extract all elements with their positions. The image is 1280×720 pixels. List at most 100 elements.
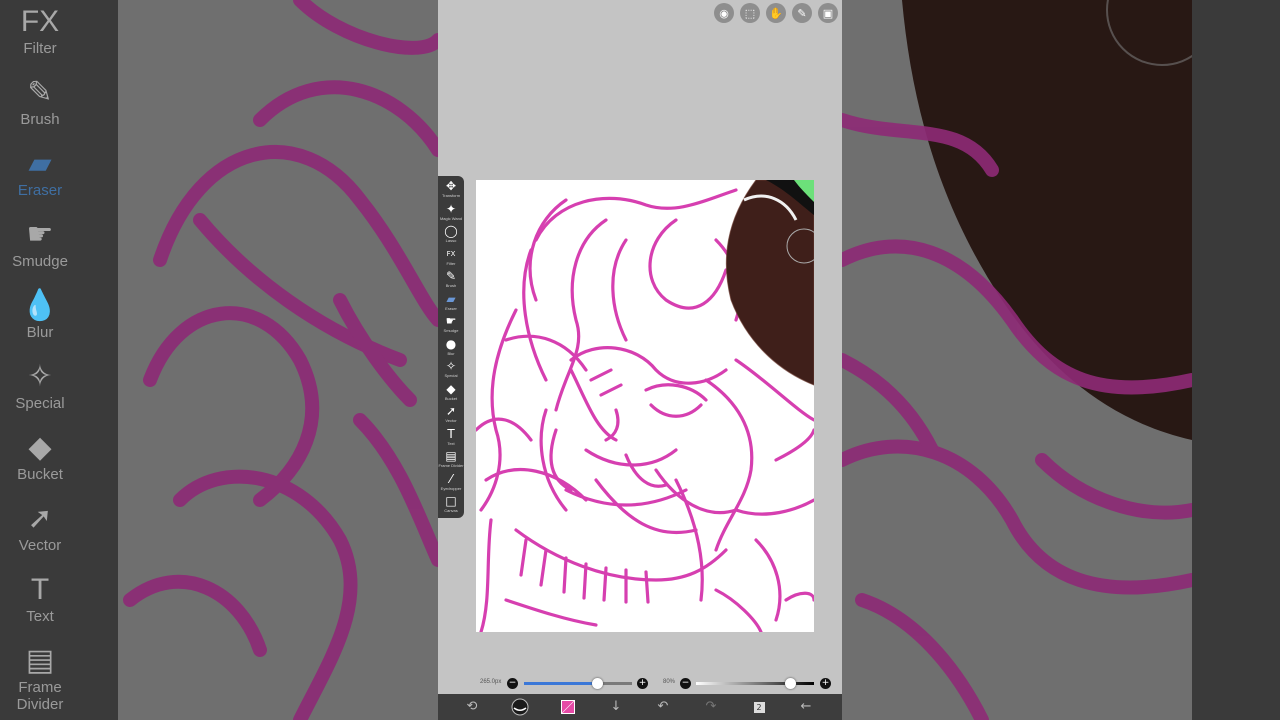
tool-label: Magic Wand bbox=[439, 215, 463, 221]
smudge-icon: ☛ bbox=[445, 314, 457, 328]
blur-icon: 💧 bbox=[21, 289, 59, 322]
tool-eraser[interactable]: ▰ Eraser bbox=[438, 292, 464, 314]
tool-text[interactable]: T Text bbox=[438, 427, 464, 449]
hand-icon[interactable]: ✋ bbox=[766, 3, 786, 23]
filter-icon: FX bbox=[446, 249, 456, 258]
frame-divider-icon: ▤ bbox=[445, 449, 457, 463]
frame-divider-icon: ▤ bbox=[25, 644, 55, 677]
bottom-toolbar: ⟲ ↓ ↶ ↷ 2 ← bbox=[438, 694, 842, 720]
tool-label: Bucket bbox=[444, 395, 458, 401]
brush-preview-icon[interactable] bbox=[510, 698, 530, 716]
right-dim-edge bbox=[1192, 0, 1280, 720]
ghost-tool-smudge: ☛ Smudge bbox=[0, 217, 80, 270]
size-plus-button[interactable]: + bbox=[637, 678, 648, 689]
ghost-tool-label: Blur bbox=[26, 324, 54, 341]
text-icon: T bbox=[447, 426, 455, 441]
tool-label: Frame Divider bbox=[438, 463, 464, 468]
tool-filter[interactable]: FX Filter bbox=[438, 247, 464, 269]
opacity-value: 80% bbox=[663, 679, 676, 685]
ghost-tool-label: Filter bbox=[23, 40, 57, 57]
lasso-icon: ◯ bbox=[444, 224, 458, 238]
right-backdrop bbox=[842, 0, 1280, 720]
special-icon: ✧ bbox=[27, 360, 53, 393]
selection-icon[interactable]: ⬚ bbox=[740, 3, 760, 23]
redo-icon[interactable]: ↷ bbox=[701, 698, 721, 716]
down-arrow-icon[interactable]: ↓ bbox=[606, 698, 626, 716]
tool-label: Special bbox=[444, 373, 458, 378]
tool-blur[interactable]: ● Blur bbox=[438, 337, 464, 359]
brush-icon: ✎ bbox=[27, 76, 53, 109]
tool-label: Brush bbox=[445, 283, 457, 288]
text-icon: T bbox=[30, 573, 50, 606]
tool-label: Transform bbox=[441, 193, 461, 198]
tool-smudge[interactable]: ☛ Smudge bbox=[438, 314, 464, 336]
tool-label: Vector bbox=[445, 418, 457, 423]
tool-label: Eraser bbox=[445, 305, 457, 311]
tool-label: Blur bbox=[447, 350, 455, 356]
ghost-tool-label: Text bbox=[26, 608, 54, 625]
size-slider-knob[interactable] bbox=[592, 678, 604, 689]
magic-wand-icon: ✦ bbox=[445, 201, 457, 216]
ghost-tool-eraser: ▰ Eraser bbox=[0, 146, 80, 199]
filter-icon: FX bbox=[20, 5, 60, 38]
smudge-icon: ☛ bbox=[26, 218, 54, 251]
ghost-tool-filter: FX Filter bbox=[0, 4, 80, 57]
drawing-app: ◉ ⬚ ✋ ✎ ▣ ✥ Transform ✦ Magic Wand ◯ Las… bbox=[438, 0, 842, 720]
tool-magic-wand[interactable]: ✦ Magic Wand bbox=[438, 202, 464, 224]
bucket-icon: ◆ bbox=[28, 431, 52, 464]
ghost-tool-vector: ➚ Vector bbox=[0, 501, 80, 554]
opacity-plus-button[interactable]: + bbox=[820, 678, 831, 689]
modify-icon[interactable]: ⟲ bbox=[462, 698, 482, 716]
pencil-icon[interactable]: ✎ bbox=[792, 3, 812, 23]
opacity-slider-knob[interactable] bbox=[785, 678, 797, 689]
tool-brush[interactable]: ✎ Brush bbox=[438, 269, 464, 291]
gallery-icon[interactable]: ▣ bbox=[818, 3, 838, 23]
blur-icon: ● bbox=[445, 336, 457, 351]
color-swatch[interactable] bbox=[561, 700, 575, 714]
ghost-tool-label: Smudge bbox=[12, 253, 68, 270]
brush-sliders: 265.0px − + 80% − + bbox=[438, 674, 842, 694]
tool-label: Eyedropper bbox=[440, 485, 462, 491]
ghost-tool-special: ✧ Special bbox=[0, 359, 80, 412]
tool-lasso[interactable]: ◯ Lasso bbox=[438, 224, 464, 246]
canvas-icon: □ bbox=[445, 494, 457, 508]
eraser-icon: ▰ bbox=[446, 291, 456, 306]
tool-frame-divider[interactable]: ▤ Frame Divider bbox=[438, 449, 464, 471]
ghost-tool-label: Brush bbox=[20, 111, 60, 128]
left-backdrop: FX Filter ✎ Brush ▰ Eraser ☛ Smudge 💧 Blur ✧ Specia… bbox=[0, 0, 438, 720]
tool-bucket[interactable]: ◆ Bucket bbox=[438, 382, 464, 404]
brush-size-slider[interactable] bbox=[524, 678, 632, 689]
undo-icon[interactable]: ↶ bbox=[653, 698, 673, 716]
ghost-tool-label: Frame Divider bbox=[16, 679, 64, 713]
ghost-tool-label: Vector bbox=[18, 537, 62, 554]
ghost-tool-label: Bucket bbox=[17, 466, 63, 483]
eraser-icon: ▰ bbox=[28, 147, 52, 180]
brush-icon: ✎ bbox=[445, 269, 457, 283]
bucket-icon: ◆ bbox=[446, 381, 456, 396]
sketch-artwork bbox=[476, 180, 814, 632]
ghost-tool-label: Eraser bbox=[17, 182, 63, 199]
tool-canvas[interactable]: □ Canvas bbox=[438, 494, 464, 516]
vector-icon: ➚ bbox=[445, 404, 457, 418]
tool-label: Lasso bbox=[445, 238, 457, 243]
tool-eyedropper[interactable]: ⁄ Eyedropper bbox=[438, 472, 464, 494]
opacity-slider[interactable] bbox=[696, 678, 814, 689]
tool-transform[interactable]: ✥ Transform bbox=[438, 179, 464, 201]
ghost-tool-label: Special bbox=[15, 395, 65, 412]
camera-icon[interactable]: ◉ bbox=[714, 3, 734, 23]
eyedropper-icon: ⁄ bbox=[449, 471, 452, 486]
tool-vector[interactable]: ➚ Vector bbox=[438, 404, 464, 426]
ghost-tool-blur: 💧 Blur bbox=[0, 288, 80, 341]
ghost-tool-bucket: ◆ Bucket bbox=[0, 430, 80, 483]
size-minus-button[interactable]: − bbox=[507, 678, 518, 689]
back-icon[interactable]: ← bbox=[796, 698, 816, 716]
tool-label: Canvas bbox=[444, 508, 458, 513]
layers-icon[interactable]: 2 bbox=[749, 698, 769, 716]
ghost-tool-brush: ✎ Brush bbox=[0, 75, 80, 128]
tool-label: Filter bbox=[446, 260, 456, 266]
transform-icon: ✥ bbox=[445, 179, 457, 193]
drawing-canvas[interactable] bbox=[476, 180, 814, 632]
opacity-minus-button[interactable]: − bbox=[680, 678, 691, 689]
tool-special[interactable]: ✧ Special bbox=[438, 359, 464, 381]
vector-icon: ➚ bbox=[27, 502, 53, 535]
